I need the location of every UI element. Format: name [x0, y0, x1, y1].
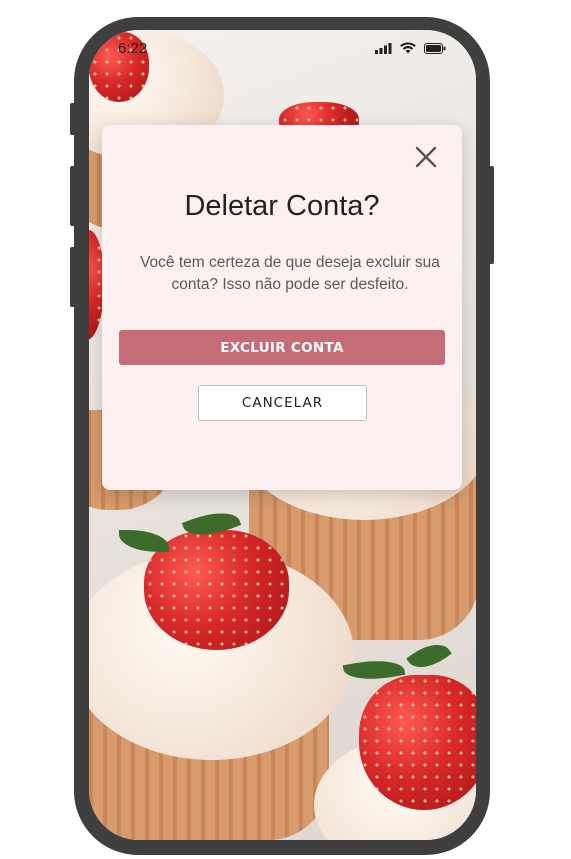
phone-side-button-volume-up	[70, 166, 76, 226]
dialog-title: Deletar Conta?	[184, 190, 380, 222]
phone-side-button-power	[488, 166, 494, 264]
phone-side-button-volume-down	[70, 247, 76, 307]
status-icons	[375, 42, 446, 54]
phone-side-button-mute	[70, 103, 76, 135]
status-time: 6:22	[118, 40, 148, 57]
battery-icon	[424, 42, 446, 54]
wifi-icon	[400, 42, 416, 54]
close-icon	[415, 146, 437, 168]
signal-icon	[375, 42, 392, 54]
dialog-message: Você tem certeza de que deseja excluir s…	[140, 254, 440, 293]
delete-account-dialog	[102, 125, 462, 490]
delete-account-button[interactable]: EXCLUIR CONTA	[119, 330, 445, 365]
cancel-button[interactable]: CANCELAR	[198, 385, 367, 421]
close-button[interactable]	[412, 143, 440, 171]
